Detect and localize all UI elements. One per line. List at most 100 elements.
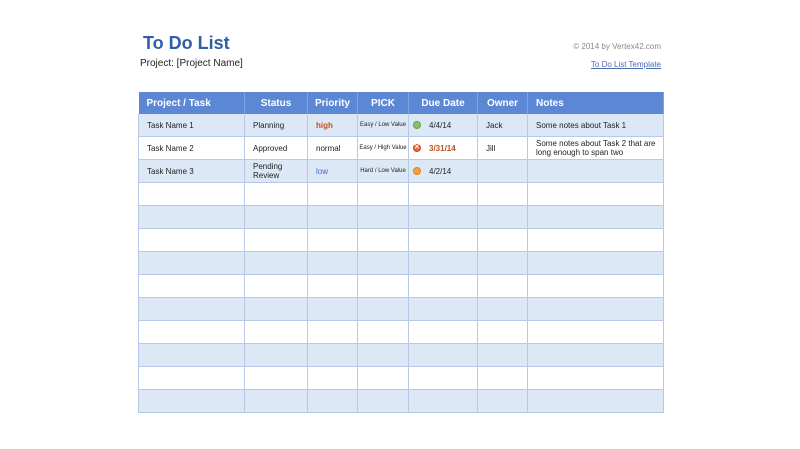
owner-cell[interactable] — [477, 182, 528, 206]
task-cell[interactable] — [138, 182, 245, 206]
notes-cell[interactable] — [527, 205, 664, 229]
status-cell[interactable] — [244, 297, 308, 321]
status-cell[interactable]: Pending Review — [244, 159, 308, 183]
owner-cell[interactable]: Jack — [477, 114, 528, 137]
owner-cell[interactable] — [477, 274, 528, 298]
task-cell[interactable] — [138, 320, 245, 344]
task-cell[interactable] — [138, 274, 245, 298]
task-cell[interactable]: Task Name 1 — [138, 114, 245, 137]
priority-cell[interactable] — [307, 251, 358, 275]
status-cell[interactable]: Planning — [244, 114, 308, 137]
task-cell[interactable]: Task Name 2 — [138, 136, 245, 160]
due-date-cell[interactable] — [408, 251, 478, 275]
col-header-status[interactable]: Status — [244, 92, 308, 114]
pick-cell[interactable] — [357, 228, 409, 252]
due-date-cell[interactable] — [408, 389, 478, 413]
priority-cell[interactable]: normal — [307, 136, 358, 160]
due-date-cell[interactable]: 4/2/14 — [408, 159, 478, 183]
due-date-cell[interactable] — [408, 343, 478, 367]
due-date-cell[interactable] — [408, 205, 478, 229]
col-header-pick[interactable]: PICK — [357, 92, 409, 114]
pick-cell[interactable] — [357, 366, 409, 390]
pick-cell[interactable] — [357, 182, 409, 206]
owner-cell[interactable] — [477, 228, 528, 252]
owner-cell[interactable] — [477, 366, 528, 390]
pick-cell[interactable] — [357, 343, 409, 367]
task-cell[interactable] — [138, 297, 245, 321]
status-cell[interactable] — [244, 205, 308, 229]
col-header-owner[interactable]: Owner — [477, 92, 528, 114]
status-cell[interactable] — [244, 343, 308, 367]
pick-cell[interactable] — [357, 320, 409, 344]
pick-cell[interactable] — [357, 274, 409, 298]
col-header-due-date[interactable]: Due Date — [408, 92, 478, 114]
due-date-cell[interactable] — [408, 182, 478, 206]
due-date-cell[interactable] — [408, 297, 478, 321]
notes-cell[interactable] — [527, 320, 664, 344]
pick-cell[interactable]: Easy / Low Value — [357, 114, 409, 137]
task-cell[interactable] — [138, 251, 245, 275]
notes-cell[interactable] — [527, 366, 664, 390]
due-date-cell[interactable] — [408, 320, 478, 344]
notes-cell[interactable] — [527, 159, 664, 183]
priority-cell[interactable] — [307, 366, 358, 390]
status-cell[interactable] — [244, 389, 308, 413]
owner-cell[interactable] — [477, 251, 528, 275]
status-cell[interactable] — [244, 251, 308, 275]
priority-cell[interactable] — [307, 274, 358, 298]
owner-cell[interactable] — [477, 205, 528, 229]
notes-cell[interactable] — [527, 389, 664, 413]
owner-cell[interactable] — [477, 159, 528, 183]
due-date-cell[interactable]: 3/31/14 — [408, 136, 478, 160]
owner-cell[interactable] — [477, 297, 528, 321]
due-date-cell[interactable] — [408, 274, 478, 298]
pick-cell[interactable] — [357, 205, 409, 229]
status-cell[interactable] — [244, 182, 308, 206]
task-cell[interactable] — [138, 228, 245, 252]
status-cell[interactable] — [244, 366, 308, 390]
priority-cell[interactable]: high — [307, 114, 358, 137]
owner-cell[interactable] — [477, 343, 528, 367]
priority-cell[interactable] — [307, 297, 358, 321]
status-cell[interactable] — [244, 228, 308, 252]
priority-cell[interactable] — [307, 320, 358, 344]
pick-cell[interactable] — [357, 297, 409, 321]
priority-cell[interactable] — [307, 228, 358, 252]
priority-cell[interactable] — [307, 182, 358, 206]
notes-cell[interactable] — [527, 297, 664, 321]
notes-cell[interactable]: Some notes about Task 2 that are long en… — [527, 136, 664, 160]
priority-cell[interactable] — [307, 389, 358, 413]
notes-cell[interactable] — [527, 182, 664, 206]
todo-table: Project / Task Status Priority PICK Due … — [138, 92, 664, 413]
task-cell[interactable] — [138, 389, 245, 413]
notes-cell[interactable] — [527, 343, 664, 367]
pick-cell[interactable] — [357, 389, 409, 413]
pick-cell[interactable]: Easy / High Value — [357, 136, 409, 160]
task-cell[interactable] — [138, 366, 245, 390]
pick-cell[interactable]: Hard / Low Value — [357, 159, 409, 183]
due-date-cell[interactable] — [408, 228, 478, 252]
col-header-priority[interactable]: Priority — [307, 92, 358, 114]
status-cell[interactable]: Approved — [244, 136, 308, 160]
priority-cell[interactable]: low — [307, 159, 358, 183]
notes-cell[interactable] — [527, 251, 664, 275]
notes-cell[interactable] — [527, 274, 664, 298]
priority-cell[interactable] — [307, 343, 358, 367]
status-cell[interactable] — [244, 320, 308, 344]
notes-cell[interactable]: Some notes about Task 1 — [527, 114, 664, 137]
status-cell[interactable] — [244, 274, 308, 298]
template-link[interactable]: To Do List Template — [591, 60, 661, 69]
due-date-cell[interactable]: 4/4/14 — [408, 114, 478, 137]
notes-cell[interactable] — [527, 228, 664, 252]
task-cell[interactable] — [138, 343, 245, 367]
owner-cell[interactable] — [477, 320, 528, 344]
priority-cell[interactable] — [307, 205, 358, 229]
pick-cell[interactable] — [357, 251, 409, 275]
col-header-task[interactable]: Project / Task — [138, 92, 245, 114]
task-cell[interactable] — [138, 205, 245, 229]
due-date-cell[interactable] — [408, 366, 478, 390]
col-header-notes[interactable]: Notes — [527, 92, 664, 114]
owner-cell[interactable]: Jill — [477, 136, 528, 160]
task-cell[interactable]: Task Name 3 — [138, 159, 245, 183]
owner-cell[interactable] — [477, 389, 528, 413]
